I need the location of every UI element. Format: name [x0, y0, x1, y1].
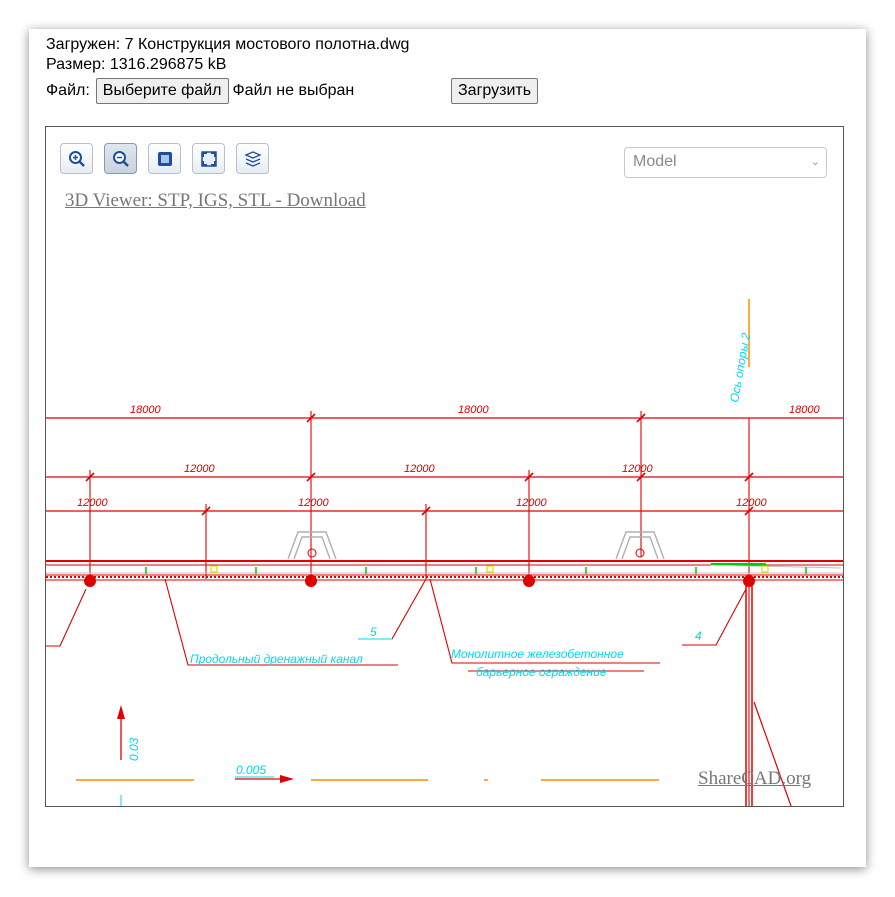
- fit-icon: [157, 151, 172, 166]
- yellow-markers: [210, 565, 769, 573]
- dim-mid-3: 12000: [622, 463, 653, 475]
- dim-low-1: 12000: [77, 497, 108, 509]
- layout-select[interactable]: Model ⌄: [624, 147, 827, 178]
- barrier-anchor: [307, 548, 317, 558]
- loaded-file-text: Загружен: 7 Конструкция мостового полотн…: [46, 36, 410, 53]
- leader-lines: [46, 578, 747, 672]
- fullscreen-icon: [200, 150, 217, 167]
- callout-4: 4: [695, 629, 702, 643]
- callout-5: 5: [370, 625, 377, 639]
- dim-mid-2: 12000: [404, 463, 435, 475]
- viewer-toolbar: [60, 143, 269, 174]
- zoom-out-icon: [112, 150, 129, 167]
- zoom-out-button[interactable]: [104, 143, 137, 174]
- page-card: Загружен: 7 Конструкция мостового полотн…: [29, 29, 866, 867]
- barrier-label-line-1: Монолитное железобетонное: [451, 647, 624, 661]
- dim-top-3: 18000: [789, 404, 820, 416]
- zoom-in-icon: [68, 150, 85, 167]
- sharecad-watermark-link[interactable]: ShareCAD.org: [698, 768, 811, 790]
- layers-button[interactable]: [236, 143, 269, 174]
- dim-low-2: 12000: [298, 497, 329, 509]
- layers-icon: [243, 150, 262, 167]
- file-info: Загружен: 7 Конструкция мостового полотн…: [46, 35, 409, 75]
- cad-drawing[interactable]: Ось опоры 2 18000 18000 18000 12000 1200…: [46, 127, 843, 806]
- slope-horizontal-label: 0.005: [236, 763, 266, 777]
- file-label: Файл:: [46, 82, 90, 99]
- deck-slab: [46, 560, 843, 581]
- axis-label: Ось опоры 2: [727, 331, 753, 403]
- file-status-text: Файл не выбран: [232, 82, 355, 99]
- layout-select-value: Model: [633, 153, 677, 170]
- cad-viewer[interactable]: Ось опоры 2 18000 18000 18000 12000 1200…: [45, 126, 844, 807]
- zoom-in-button[interactable]: [60, 143, 93, 174]
- fit-view-button[interactable]: [148, 143, 181, 174]
- upload-button[interactable]: Загрузить: [451, 78, 539, 104]
- chevron-down-icon: ⌄: [810, 156, 820, 168]
- fullscreen-button[interactable]: [192, 143, 225, 174]
- barrier-anchor: [635, 548, 645, 558]
- file-upload-row: Файл: Выберите файл Файл не выбран Загру…: [46, 78, 539, 104]
- barrier-label-line-2: барьерное ограждение: [476, 665, 607, 679]
- choose-file-button[interactable]: Выберите файл: [95, 78, 229, 104]
- slope-vertical-label: 0.03: [127, 737, 141, 761]
- 3d-viewer-link[interactable]: 3D Viewer: STP, IGS, STL - Download: [65, 190, 366, 212]
- dim-mid-1: 12000: [184, 463, 215, 475]
- barrier-profiles: [287, 531, 665, 560]
- slope-vertical-arrow: [117, 705, 125, 760]
- dim-top-1: 18000: [130, 404, 161, 416]
- drain-label: Продольный дренажный канал: [190, 652, 363, 666]
- dim-top-2: 18000: [458, 404, 489, 416]
- dim-low-4: 12000: [736, 497, 767, 509]
- file-size-text: Размер: 1316.296875 kB: [46, 56, 227, 73]
- dim-low-3: 12000: [516, 497, 547, 509]
